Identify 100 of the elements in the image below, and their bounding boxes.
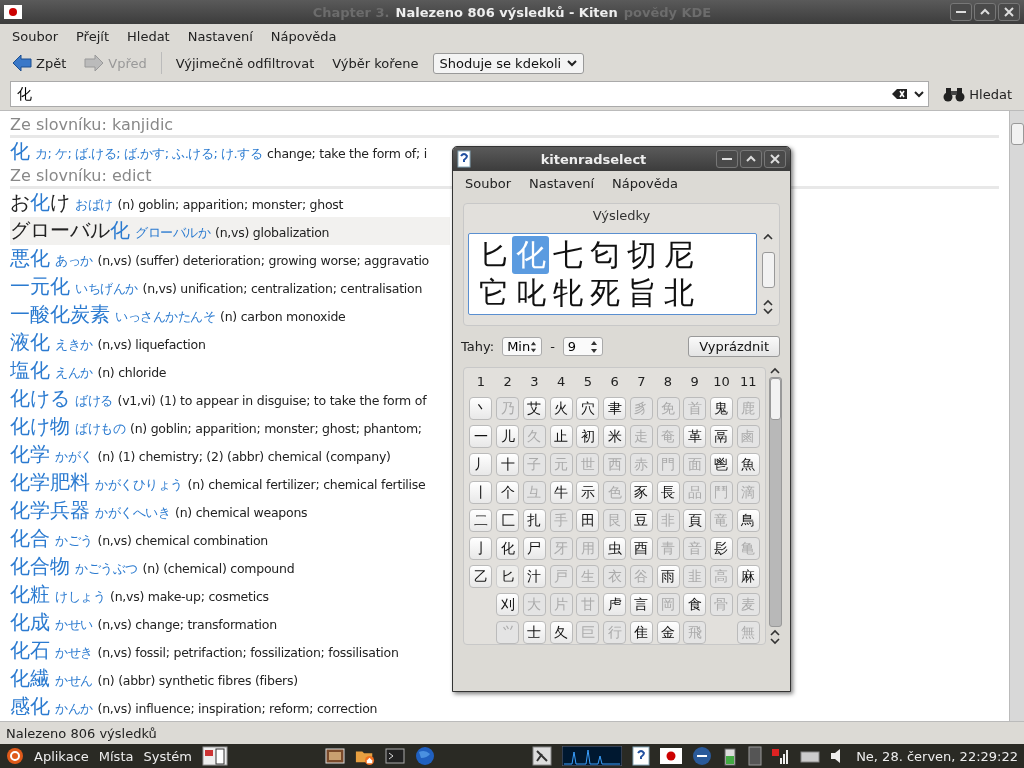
radical-button[interactable]: 尸 (522, 537, 546, 560)
search-field[interactable]: 化 (15, 84, 893, 104)
radical-button[interactable]: 魚 (736, 453, 760, 476)
result-row[interactable]: グローバル化 グローバルか (n,vs) globalization (10, 217, 450, 245)
radical-button[interactable]: 革 (683, 425, 707, 448)
menu-item[interactable]: Nastavení (187, 28, 253, 44)
radical-button[interactable]: 丿 (469, 453, 493, 476)
minimize-button[interactable] (716, 150, 738, 168)
radical-button[interactable]: 扎 (522, 509, 546, 532)
radical-button[interactable]: 鬲 (709, 425, 733, 448)
terminal-icon[interactable] (385, 746, 406, 766)
network-icon[interactable] (692, 746, 713, 766)
kanji-result[interactable]: 北 (660, 274, 697, 312)
system-monitor-icon[interactable] (562, 746, 623, 766)
radical-button[interactable]: 米 (603, 425, 627, 448)
maximize-button[interactable] (740, 150, 762, 168)
keyboard-icon[interactable] (800, 749, 821, 763)
radical-button[interactable]: 十 (496, 453, 520, 476)
radical-button[interactable]: 二 (469, 509, 493, 532)
radical-button[interactable]: 虫 (603, 537, 627, 560)
radical-button[interactable]: 頁 (683, 509, 707, 532)
clear-button[interactable]: Vyprázdnit (688, 336, 780, 357)
radical-button[interactable]: 鳥 (736, 509, 760, 532)
caret-icon[interactable] (914, 90, 925, 98)
result-row[interactable]: 化繊 かせん (n) (abbr) synthetic fibres (fibers) (10, 665, 450, 693)
radical-button[interactable]: 金 (656, 621, 680, 644)
search-bar[interactable]: 化 (10, 81, 930, 107)
kanji-result[interactable]: 七 (549, 236, 586, 274)
maximize-button[interactable] (974, 3, 996, 21)
radical-button[interactable]: 牛 (549, 481, 573, 504)
help-icon[interactable] (632, 746, 651, 766)
radical-button[interactable]: 聿 (603, 397, 627, 420)
radical-button[interactable]: 丶 (469, 397, 493, 420)
kanji-result[interactable]: 切 (623, 236, 660, 274)
result-row[interactable]: 感化 かんか (n,vs) influence; inspiration; reform; correction (10, 693, 450, 721)
radical-button[interactable]: 示 (576, 481, 600, 504)
result-row[interactable]: 化学兵器 かがくへいき (n) chemical weapons (10, 497, 450, 525)
radical-button[interactable]: 汁 (522, 565, 546, 588)
result-row[interactable]: 化 カ; ケ; ば.ける; ば.かす; ふ.ける; け.する change; take the form of; i (10, 138, 450, 166)
radical-button[interactable]: 火 (549, 397, 573, 420)
applet-icon[interactable] (532, 746, 553, 766)
menu-item[interactable]: Soubor (465, 175, 511, 191)
ubuntu-logo-icon[interactable] (6, 747, 24, 765)
minimize-button[interactable] (950, 3, 972, 21)
radical-button[interactable]: 豕 (629, 481, 653, 504)
scrollbar[interactable] (761, 233, 775, 315)
radical-button[interactable]: 穴 (576, 397, 600, 420)
radical-button[interactable]: 个 (496, 481, 520, 504)
result-row[interactable]: お化け おばけ (n) goblin; apparition; monster; ghost (10, 189, 450, 217)
result-row[interactable]: 化合 かごう (n,vs) chemical combination (10, 525, 450, 553)
radical-button[interactable]: 田 (576, 509, 600, 532)
battery-icon[interactable] (722, 746, 739, 766)
panel-menu[interactable]: Aplikace (34, 748, 89, 764)
kanji-result[interactable]: 叱 (512, 274, 549, 312)
scroll-thumb[interactable] (761, 252, 775, 288)
result-row[interactable]: 化合物 かごうぶつ (n) (chemical) compound (10, 553, 450, 581)
menu-item[interactable]: Hledat (127, 28, 170, 44)
radical-button[interactable]: 匕 (496, 565, 520, 588)
radical-button[interactable]: 虍 (603, 593, 627, 616)
panel-menu[interactable]: Systém (143, 748, 192, 764)
result-row[interactable]: 化学肥料 かがくひりょう (n) chemical fertilizer; chemical fertilise (10, 469, 450, 497)
radical-button[interactable]: 艾 (522, 397, 546, 420)
flag-icon[interactable] (660, 748, 683, 764)
presentation-icon[interactable] (325, 746, 346, 766)
globe-icon[interactable] (415, 746, 436, 766)
kanji-result[interactable]: 匕 (475, 236, 512, 274)
radical-button[interactable]: 士 (522, 621, 546, 644)
signal-icon[interactable] (772, 746, 791, 766)
kanji-result[interactable]: 旨 (623, 274, 660, 312)
radical-button[interactable]: 止 (549, 425, 573, 448)
match-mode-dropdown[interactable]: Shoduje se kdekoli (432, 52, 585, 74)
radical-button[interactable]: 刈 (496, 593, 520, 616)
close-button[interactable] (998, 3, 1020, 21)
panel-menu[interactable]: Místa (98, 748, 134, 764)
clear-icon[interactable] (892, 88, 909, 100)
result-row[interactable]: 一酸化炭素 いっさんかたんそ (n) carbon monoxide (10, 301, 450, 329)
scroll-thumb[interactable] (769, 378, 781, 420)
result-row[interactable]: 化石 かせき (n,vs) fossil; petrifaction; fossilization; fossilisation (10, 637, 450, 665)
kanji-result[interactable]: 它 (475, 274, 512, 312)
filter-button[interactable]: Výjimečně odfiltrovat (171, 53, 319, 73)
kanji-result[interactable]: 死 (586, 274, 623, 312)
radical-button[interactable]: 夂 (549, 621, 573, 644)
menu-item[interactable]: Nastavení (529, 175, 595, 191)
radical-button[interactable]: 隹 (629, 621, 653, 644)
radical-button[interactable]: 丨 (469, 481, 493, 504)
result-row[interactable]: 化け物 ばけもの (n) goblin; apparition; monster; ghost; phantom; (10, 413, 450, 441)
radical-button[interactable]: 酉 (629, 537, 653, 560)
radical-button[interactable]: 亅 (469, 537, 493, 560)
radical-button[interactable]: 麻 (736, 565, 760, 588)
back-button[interactable]: Zpět (8, 52, 71, 74)
radical-button[interactable]: 長 (656, 481, 680, 504)
radical-button[interactable]: 鬼 (709, 397, 733, 420)
scroll-thumb[interactable] (1010, 123, 1024, 145)
result-row[interactable]: 化ける ばける (v1,vi) (1) to appear in disguise; to take the form of (10, 385, 450, 413)
menu-item[interactable]: Nápověda (270, 28, 337, 44)
radical-button[interactable]: 髟 (709, 537, 733, 560)
radical-button[interactable]: 雨 (656, 565, 680, 588)
result-row[interactable]: 化粧 けしょう (n,vs) make-up; cosmetics (10, 581, 450, 609)
search-button[interactable]: Hledat (937, 85, 1018, 103)
radical-button[interactable]: 乙 (469, 565, 493, 588)
